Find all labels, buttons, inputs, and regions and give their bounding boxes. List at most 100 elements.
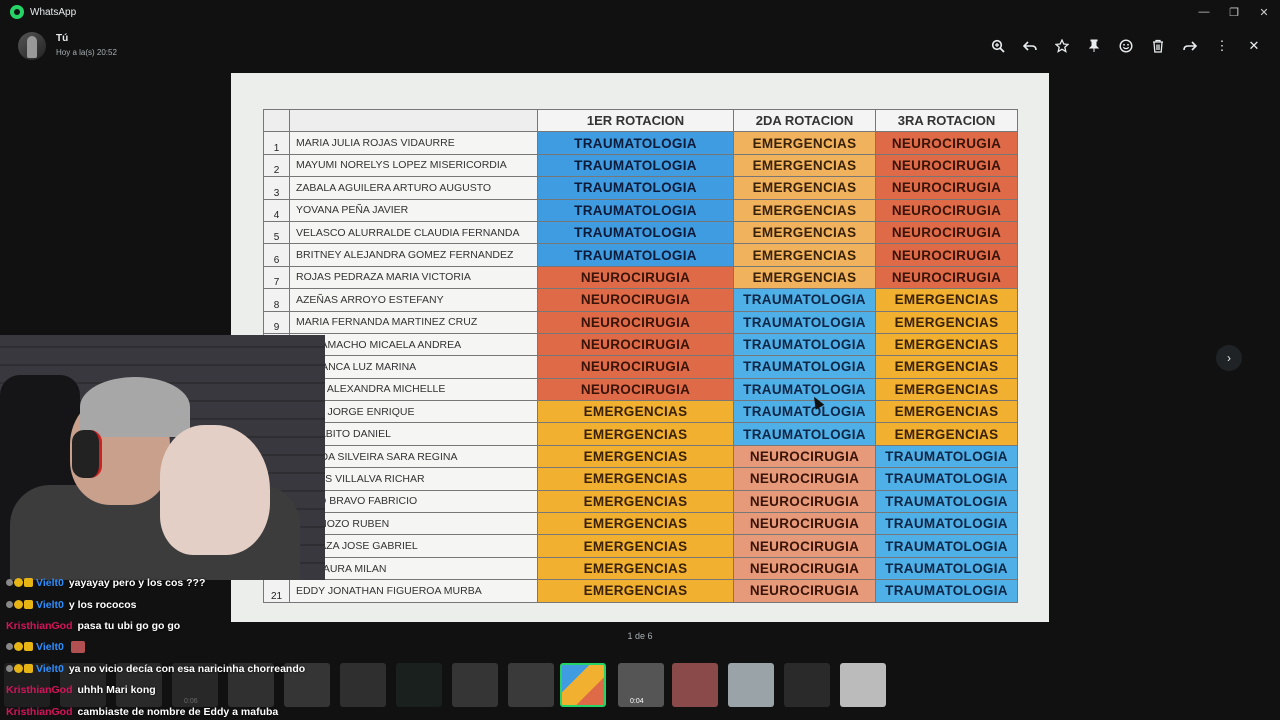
- close-icon[interactable]: ✕: [1248, 0, 1280, 24]
- header-blank: [289, 108, 538, 133]
- rotation-3-cell: TRAUMATOLOGIA: [875, 489, 1018, 514]
- rotation-3-cell: TRAUMATOLOGIA: [875, 579, 1018, 603]
- rotation-2-cell: TRAUMATOLOGIA: [733, 355, 876, 379]
- chat-username: KristhianGod: [6, 619, 73, 632]
- avatar[interactable]: [18, 32, 46, 60]
- thumbnail-item[interactable]: [840, 663, 886, 707]
- table-row: LIA MAURA MILAN EMERGENCIAS NEUROCIRUGIA TR…: [263, 556, 1018, 581]
- thumbnail-item[interactable]: [452, 663, 498, 707]
- thumbnail-item[interactable]: [396, 663, 442, 707]
- table-row: 4 YOVANA PEÑA JAVIER TRAUMATOLOGIA EMERGENC…: [263, 198, 1018, 222]
- rotation-2-cell: TRAUMATOLOGIA: [733, 377, 876, 402]
- rotation-1-cell: EMERGENCIAS: [537, 422, 734, 446]
- student-name: YOVANA PEÑA JAVIER: [289, 198, 538, 222]
- emoji-icon[interactable]: [1116, 36, 1136, 56]
- reply-icon[interactable]: [1020, 36, 1040, 56]
- forward-icon[interactable]: [1180, 36, 1200, 56]
- rotation-3-cell: NEUROCIRUGIA: [875, 220, 1018, 245]
- rotation-2-cell: NEUROCIRUGIA: [733, 556, 876, 581]
- headset-icon: [72, 430, 102, 478]
- webcam-person-cap: [80, 377, 190, 437]
- thumbnail-item[interactable]: [784, 663, 830, 707]
- table-row: 1 MARIA JULIA ROJAS VIDAURRE TRAUMATOLOGIA…: [263, 131, 1018, 155]
- rotation-3-cell: TRAUMATOLOGIA: [875, 556, 1018, 581]
- thumbnail-item[interactable]: [340, 663, 386, 707]
- table-row: 5 VELASCO ALURRALDE CLAUDIA FERNANDA TRAUM…: [263, 220, 1018, 245]
- app-title: WhatsApp: [30, 6, 77, 18]
- table-header-row: 1ER ROTACION 2DA ROTACION 3RA ROTACION: [263, 108, 1018, 133]
- pin-icon[interactable]: [1084, 36, 1104, 56]
- rotation-2-cell: EMERGENCIAS: [733, 243, 876, 267]
- student-name: ZABALA AGUILERA ARTURO AUGUSTO: [289, 176, 538, 200]
- video-duration: 0:04: [630, 698, 644, 705]
- table-row: OSA DA SILVEIRA SARA REGINA EMERGENCIAS NE…: [263, 444, 1018, 469]
- rotation-1-cell: EMERGENCIAS: [537, 467, 734, 491]
- rotation-1-cell: EMERGENCIAS: [537, 489, 734, 514]
- emote-icon: [70, 640, 85, 653]
- rotation-2-cell: EMERGENCIAS: [733, 131, 876, 155]
- student-name: MARIA FERNANDA MARTINEZ CRUZ: [289, 310, 538, 334]
- delete-icon[interactable]: [1148, 36, 1168, 56]
- table-row: 7 ROJAS PEDRAZA MARIA VICTORIA NEUROCIRUGI…: [263, 265, 1018, 290]
- title-bar: WhatsApp: [0, 0, 1280, 24]
- student-name: TEROS VILLALVA RICHAR: [289, 467, 538, 491]
- thumbnail-item[interactable]: 0:04: [618, 663, 664, 707]
- header-rotation-3: 3RA ROTACION: [875, 108, 1018, 133]
- more-icon[interactable]: ⋮: [1212, 36, 1232, 56]
- next-image-button[interactable]: ›: [1216, 345, 1242, 371]
- rotation-2-cell: TRAUMATOLOGIA: [733, 310, 876, 334]
- rotation-1-cell: EMERGENCIAS: [537, 444, 734, 469]
- chat-text: cambiaste de nombre de Eddy a mafuba: [77, 705, 279, 718]
- thumbnail-item[interactable]: [508, 663, 554, 707]
- student-name: S HUANCA LUZ MARINA: [289, 355, 538, 379]
- chat-message: KristhianGod uhhh Mari kong: [6, 682, 156, 697]
- rotation-3-cell: EMERGENCIAS: [875, 310, 1018, 334]
- rotation-3-cell: NEUROCIRUGIA: [875, 176, 1018, 200]
- student-name: N APAZA JOSE GABRIEL: [289, 534, 538, 558]
- rotation-2-cell: NEUROCIRUGIA: [733, 467, 876, 491]
- chat-text: uhhh Mari kong: [77, 683, 156, 696]
- zoom-in-icon[interactable]: [988, 36, 1008, 56]
- rotation-1-cell: NEUROCIRUGIA: [537, 265, 734, 290]
- thumbnail-item[interactable]: [560, 663, 606, 707]
- close-viewer-icon[interactable]: ✕: [1244, 36, 1264, 56]
- rotation-1-cell: NEUROCIRUGIA: [537, 310, 734, 334]
- thumbnail-item[interactable]: [728, 663, 774, 707]
- chat-message: Vielt0: [6, 639, 85, 654]
- table-row: AZOS ALEXANDRA MICHELLE NEUROCIRUGIA TRAUM…: [263, 377, 1018, 402]
- rotation-table: 1ER ROTACION 2DA ROTACION 3RA ROTACION 1…: [263, 108, 1018, 603]
- thumbnail-item[interactable]: [672, 663, 718, 707]
- rotation-3-cell: NEUROCIRUGIA: [875, 243, 1018, 267]
- header-rotation-1: 1ER ROTACION: [537, 108, 734, 133]
- whatsapp-icon: [10, 5, 24, 19]
- star-icon[interactable]: [1052, 36, 1072, 56]
- table-row: VEGA JORGE ENRIQUE EMERGENCIAS TRAUMATOLOG…: [263, 400, 1018, 424]
- rotation-3-cell: EMERGENCIAS: [875, 288, 1018, 312]
- chat-message: KristhianGod pasa tu ubi go go go: [6, 618, 180, 633]
- chat-username: KristhianGod: [6, 683, 73, 696]
- table-row: N APAZA JOSE GABRIEL EMERGENCIAS NEUROCIRU…: [263, 534, 1018, 558]
- student-name: MAYUMI NORELYS LOPEZ MISERICORDIA: [289, 153, 538, 178]
- rotation-1-cell: EMERGENCIAS: [537, 556, 734, 581]
- rotation-1-cell: TRAUMATOLOGIA: [537, 243, 734, 267]
- table-row: 3 ZABALA AGUILERA ARTURO AUGUSTO TRAUMATOL…: [263, 176, 1018, 200]
- message-timestamp: Hoy a la(s) 20:52: [56, 48, 117, 57]
- rotation-2-cell: TRAUMATOLOGIA: [733, 422, 876, 446]
- rotation-3-cell: TRAUMATOLOGIA: [875, 534, 1018, 558]
- rotation-3-cell: NEUROCIRUGIA: [875, 265, 1018, 290]
- header-blank: [263, 108, 290, 133]
- chat-text: ya no vicio decía con esa naricinha chor…: [68, 662, 306, 675]
- minimize-icon[interactable]: —: [1188, 0, 1220, 24]
- chat-message: KristhianGod cambiaste de nombre de Eddy …: [6, 704, 278, 719]
- table-row: 6 BRITNEY ALEJANDRA GOMEZ FERNANDEZ TRAUMA…: [263, 243, 1018, 267]
- rotation-1-cell: TRAUMATOLOGIA: [537, 220, 734, 245]
- media-image[interactable]: 1ER ROTACION 2DA ROTACION 3RA ROTACION 1…: [231, 73, 1049, 622]
- rotation-3-cell: EMERGENCIAS: [875, 377, 1018, 402]
- rotation-2-cell: NEUROCIRUGIA: [733, 512, 876, 536]
- user-badges-icon: [6, 578, 33, 587]
- rotation-1-cell: EMERGENCIAS: [537, 400, 734, 424]
- rotation-2-cell: NEUROCIRUGIA: [733, 444, 876, 469]
- rotation-1-cell: NEUROCIRUGIA: [537, 288, 734, 312]
- restore-icon[interactable]: ❐: [1218, 0, 1250, 24]
- table-row: S HUANCA LUZ MARINA NEUROCIRUGIA TRAUMATOL…: [263, 355, 1018, 379]
